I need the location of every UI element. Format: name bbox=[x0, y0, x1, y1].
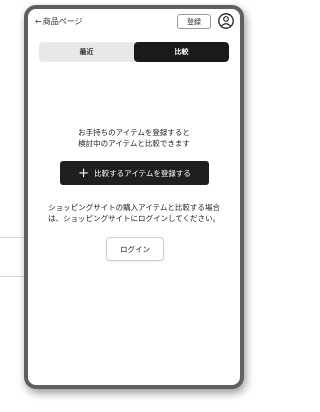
tab-recent[interactable]: 最近 bbox=[39, 42, 134, 62]
add-item-button[interactable]: + 比較するアイテムを登録する bbox=[60, 161, 209, 185]
user-circle-icon[interactable] bbox=[217, 12, 235, 30]
intro-line: お手持ちのアイテムを登録すると bbox=[78, 128, 190, 137]
intro-line: 検討中のアイテムと比較できます bbox=[78, 139, 190, 148]
plus-icon: + bbox=[78, 165, 90, 181]
background-divider bbox=[0, 237, 26, 238]
tab-bar: 最近 比較 bbox=[39, 42, 229, 62]
intro-text: お手持ちのアイテムを登録すると 検討中のアイテムと比較できます bbox=[28, 127, 240, 149]
tab-compare[interactable]: 比較 bbox=[134, 42, 229, 62]
login-note-line: ショッピングサイトの購入アイテムと比較する場合 bbox=[48, 203, 220, 212]
back-link-label: 商品ページ bbox=[42, 17, 83, 26]
comparison-panel: ←商品ページ 登録 最近 比較 お手持ちのアイテムを登録すると 検討中のアイテム… bbox=[24, 5, 244, 389]
arrow-left-icon: ← bbox=[35, 17, 42, 26]
header-login-button[interactable]: 登録 bbox=[177, 14, 211, 29]
login-button[interactable]: ログイン bbox=[106, 237, 164, 261]
back-link[interactable]: ←商品ページ bbox=[35, 16, 83, 27]
add-item-button-label: 比較するアイテムを登録する bbox=[94, 168, 191, 178]
login-note: ショッピングサイトの購入アイテムと比較する場合 は、ショッピングサイトにログイン… bbox=[32, 202, 236, 224]
login-note-line: は、ショッピングサイトにログインしてください。 bbox=[47, 214, 221, 223]
background-divider bbox=[0, 276, 26, 277]
panel-header: ←商品ページ 登録 bbox=[28, 9, 240, 33]
